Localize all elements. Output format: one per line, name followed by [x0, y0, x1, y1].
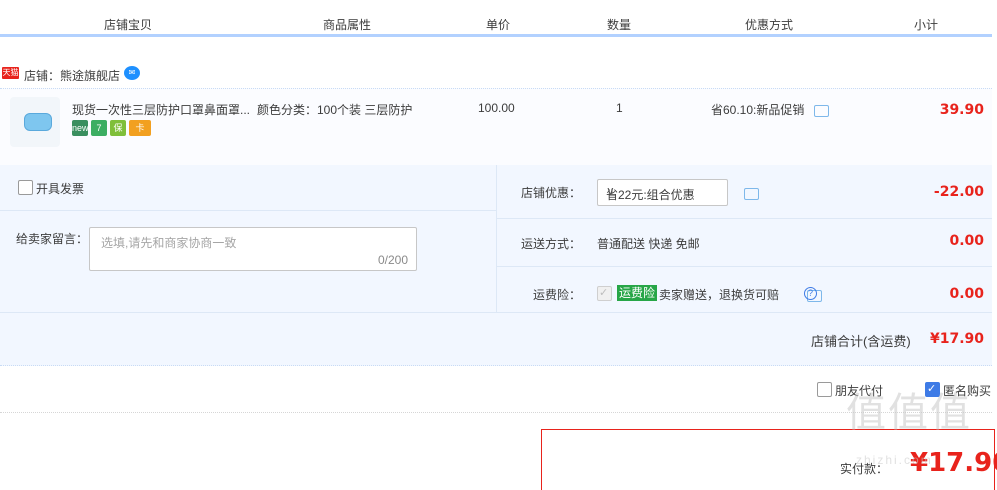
promo-label: 省60.10:新品促销 [711, 103, 805, 117]
item-row: 现货一次性三层防护口罩鼻面罩... new 7 保卡 颜色分类：100个装 三层防护… [0, 88, 992, 167]
watermark-sub: zhizhi.com [856, 453, 933, 467]
divider [497, 266, 992, 267]
chat-icon[interactable]: ✉ [124, 66, 140, 80]
seven-day-return-icon: 7 [91, 120, 107, 136]
shipping-label: 运送方式： [521, 237, 582, 251]
credit-card-icon: 卡 [129, 120, 151, 136]
seller-message-input[interactable]: 选填,请先和商家协商一致 0/200 [89, 227, 417, 271]
product-thumbnail[interactable] [10, 97, 60, 147]
table-header: 店铺宝贝 商品属性 单价 数量 优惠方式 小计 [0, 0, 997, 36]
col-quantity: 数量 [607, 18, 632, 32]
insurance-label: 运费险： [533, 288, 582, 302]
message-icon[interactable] [744, 187, 759, 200]
col-unit-price: 单价 [486, 18, 511, 32]
product-attribute: 颜色分类：100个装 三层防护 [257, 103, 413, 117]
unit-price: 100.00 [478, 101, 515, 115]
insurance-desc: 卖家赠送，退换货可赔 [659, 288, 780, 302]
product-title[interactable]: 现货一次性三层防护口罩鼻面罩... [72, 101, 252, 118]
shipping-value: 普通配送 快递 免邮 [597, 237, 700, 251]
watermark: 值值值 [846, 390, 972, 436]
invoice-label: 开具发票 [36, 182, 85, 196]
quantity: 1 [616, 101, 623, 115]
options-divider [496, 165, 497, 313]
footer-divider [0, 412, 992, 414]
invoice-checkbox[interactable] [18, 180, 33, 195]
shop-name[interactable]: 店铺：熊途旗舰店 [24, 67, 120, 84]
service-badges: new 7 保卡 [72, 120, 154, 136]
shop-discount-select[interactable]: 省22元:组合优惠 ∨ [597, 179, 728, 206]
insurance-checkbox [597, 286, 612, 301]
message-counter: 0/200 [377, 253, 408, 267]
shop-total-label: 店铺合计(含运费) [811, 334, 911, 349]
message-icon[interactable] [813, 104, 829, 117]
col-discount: 优惠方式 [745, 18, 794, 32]
promo-text: 省60.10:新品促销 [711, 101, 829, 118]
message-placeholder: 选填,请先和商家协商一致 [101, 236, 237, 250]
mask-image-icon [24, 113, 52, 131]
chevron-down-icon: ∨ [606, 184, 615, 198]
message-label: 给卖家留言： [16, 232, 89, 246]
shipping-amount: 0.00 [949, 233, 984, 249]
divider [0, 312, 992, 313]
shop-row: 天猫 店铺：熊途旗舰店 ✉ [0, 62, 992, 88]
item-subtotal: 39.90 [939, 102, 984, 118]
help-icon[interactable]: ? [804, 287, 817, 300]
divider [0, 210, 496, 211]
col-subtotal: 小计 [914, 18, 939, 32]
header-divider [0, 34, 992, 37]
tmall-icon: 天猫 [2, 67, 19, 79]
col-attributes: 商品属性 [323, 18, 372, 32]
insurance-amount: 0.00 [949, 286, 984, 302]
col-shop-item: 店铺宝贝 [104, 18, 153, 32]
new-badge-icon: new [72, 120, 89, 136]
divider [497, 218, 992, 219]
guarantee-icon: 保 [110, 120, 126, 136]
shop-discount-label: 店铺优惠： [521, 186, 582, 200]
shop-discount-amount: -22.00 [933, 184, 984, 200]
order-options-panel: 开具发票 给卖家留言： 选填,请先和商家协商一致 0/200 店铺优惠： 省22… [0, 165, 992, 366]
friend-pay-checkbox[interactable] [817, 382, 832, 397]
insurance-tag: 运费险 [617, 285, 658, 301]
shop-total-amount: ¥17.90 [929, 331, 984, 347]
